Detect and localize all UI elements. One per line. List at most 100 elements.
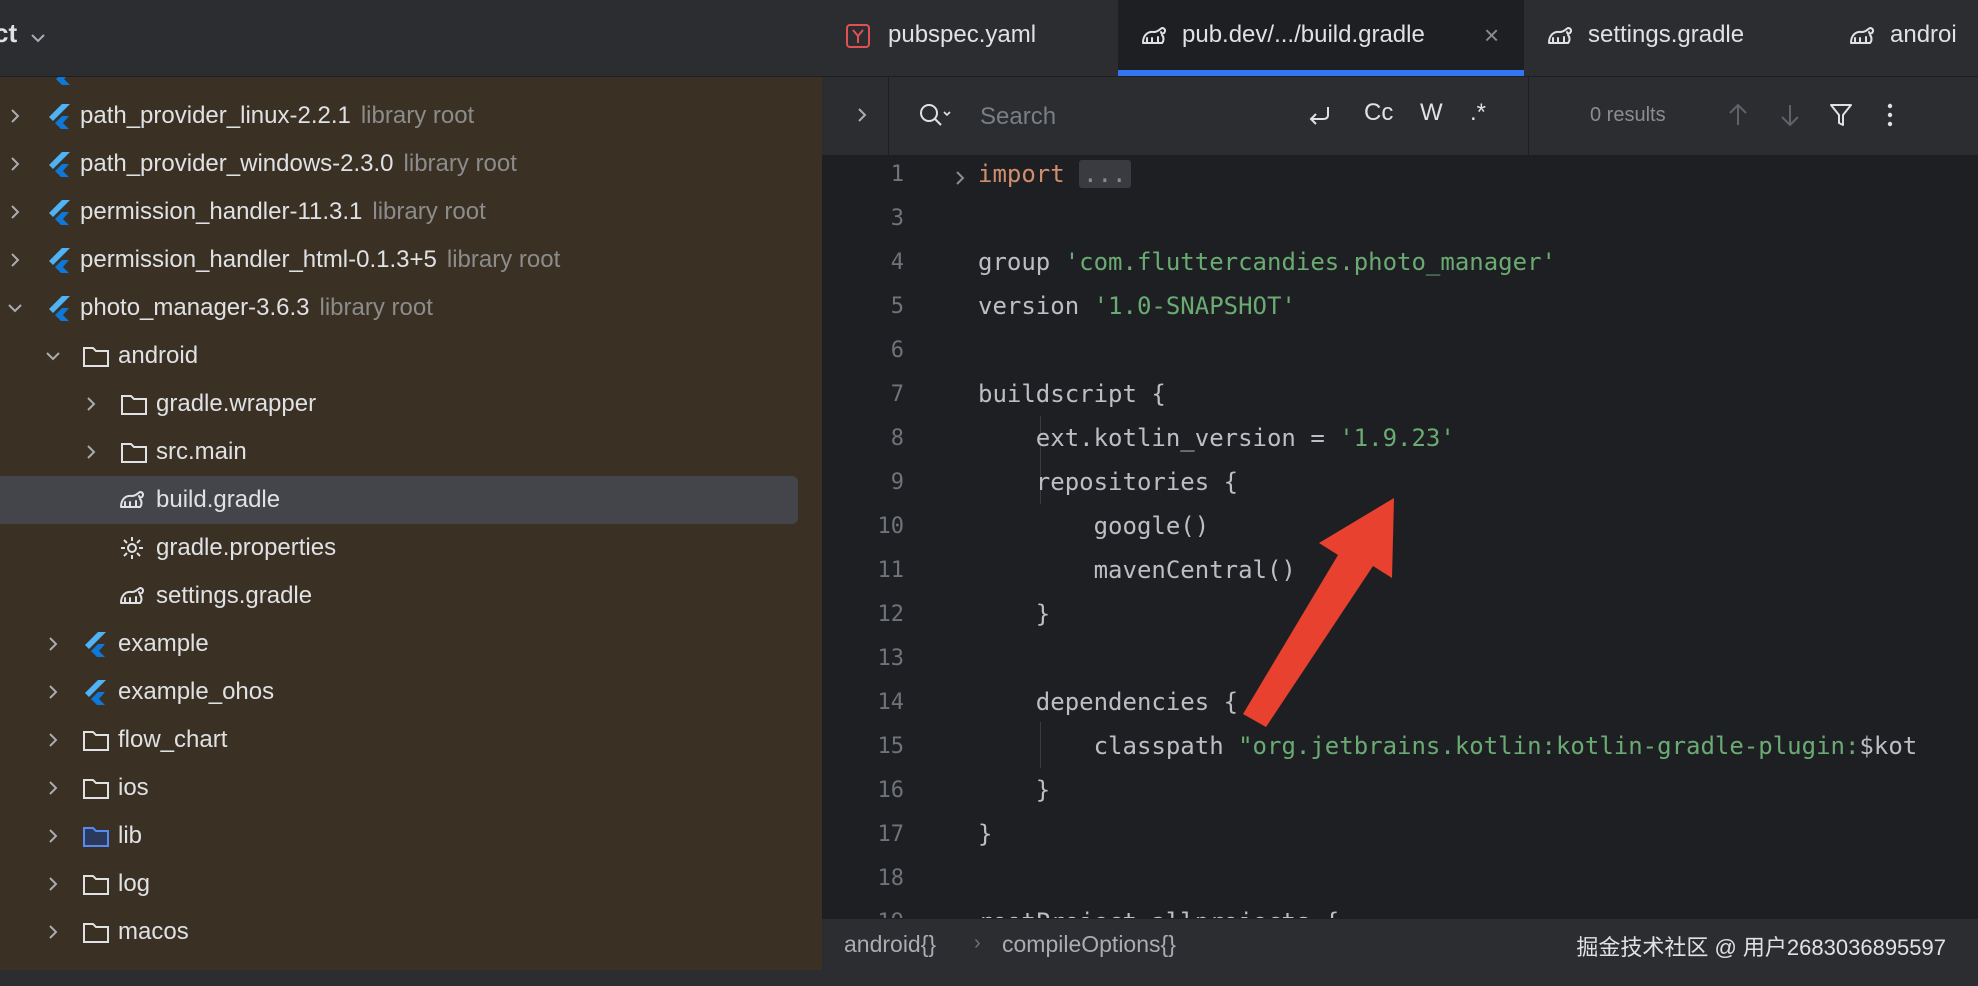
- code-line: }: [978, 776, 1051, 804]
- editor-panel: pubspec.yaml pub.dev/.../build.gradle × …: [822, 0, 1978, 986]
- tree-item-label: flow_chart: [118, 726, 228, 753]
- code-line: google(): [978, 512, 1210, 540]
- search-results-count: 0 results: [1590, 104, 1666, 126]
- tree-item-log[interactable]: log: [0, 860, 822, 908]
- flutter-icon: [49, 152, 70, 177]
- line-number: 14: [877, 690, 905, 715]
- chevron-down-icon[interactable]: [28, 28, 48, 48]
- chevron-right-icon[interactable]: [5, 202, 25, 222]
- code-line: dependencies {: [978, 688, 1239, 716]
- chevron-right-icon[interactable]: [43, 634, 63, 654]
- arrow-up-icon[interactable]: [1726, 101, 1750, 129]
- tab-label: pub.dev/.../build.gradle: [1182, 21, 1425, 48]
- line-number: 17: [877, 822, 905, 847]
- code-editor[interactable]: import ... group 'com.fluttercandies.pho…: [978, 156, 1978, 936]
- chevron-right-icon[interactable]: [43, 730, 63, 750]
- code-line: ext.kotlin_version = '1.9.23': [978, 424, 1455, 452]
- tab-pubspec-yaml[interactable]: pubspec.yaml: [822, 0, 1118, 76]
- gradle-icon: [1142, 26, 1167, 44]
- breadcrumb-item[interactable]: android{}: [844, 931, 936, 958]
- tree-item-permission-handler[interactable]: permission_handler-11.3.1 library root: [0, 188, 822, 236]
- line-number: 4: [890, 250, 904, 275]
- line-number: 16: [877, 778, 905, 803]
- chevron-right-icon[interactable]: [5, 154, 25, 174]
- chevron-right-icon[interactable]: [5, 250, 25, 270]
- chevron-right-icon[interactable]: [81, 394, 101, 414]
- flutter-icon: [85, 680, 106, 705]
- tree-item-label: gradle.properties: [156, 534, 337, 561]
- tree-item-gradle-wrapper[interactable]: gradle.wrapper: [0, 380, 822, 428]
- tab-settings-gradle[interactable]: settings.gradle: [1524, 0, 1826, 76]
- chevron-right-icon[interactable]: [81, 442, 101, 462]
- more-icon[interactable]: [1882, 101, 1898, 129]
- chevron-right-icon[interactable]: [43, 682, 63, 702]
- folder-icon: [83, 779, 109, 799]
- multiline-icon[interactable]: [1306, 102, 1334, 130]
- folder-icon: [83, 875, 109, 895]
- tab-android[interactable]: androi: [1826, 0, 1978, 76]
- tree-item-settings-gradle[interactable]: settings.gradle: [0, 572, 822, 620]
- tree-item-path-provider-linux[interactable]: path_provider_linux-2.2.1 library root: [0, 92, 822, 140]
- folder-icon: [83, 347, 109, 367]
- tree-item-gradle-properties[interactable]: gradle.properties: [0, 524, 822, 572]
- tree-item-ios[interactable]: ios: [0, 764, 822, 812]
- chevron-down-icon[interactable]: [43, 346, 63, 366]
- tree-item-macos[interactable]: macos: [0, 908, 822, 956]
- line-number: 15: [877, 734, 905, 759]
- tree-item-label: macos: [118, 918, 189, 945]
- tree-item-src-main[interactable]: src.main: [0, 428, 822, 476]
- close-icon[interactable]: ×: [1484, 20, 1499, 51]
- tree-item-label: permission_handler_html-0.1.3+5 library r…: [80, 246, 561, 273]
- search-icon[interactable]: [918, 102, 954, 130]
- flutter-icon: [49, 248, 70, 273]
- line-number: 11: [877, 558, 905, 583]
- chevron-right-icon[interactable]: [43, 874, 63, 894]
- tree-item-build-gradle[interactable]: build.gradle: [0, 476, 822, 524]
- arrow-down-icon[interactable]: [1778, 101, 1802, 129]
- breadcrumb-item[interactable]: compileOptions{}: [1002, 931, 1176, 958]
- code-line: repositories {: [978, 468, 1239, 496]
- tree-item-label: gradle.wrapper: [156, 390, 317, 417]
- tab-build-gradle[interactable]: pub.dev/.../build.gradle ×: [1118, 0, 1524, 76]
- project-panel: path_provider_linux-2.2.1 library root pa…: [0, 0, 822, 986]
- line-number: 13: [877, 646, 905, 671]
- flutter-icon: [85, 632, 106, 657]
- chevron-down-icon[interactable]: [5, 298, 25, 318]
- editor-tab-bar: pubspec.yaml pub.dev/.../build.gradle × …: [822, 0, 1978, 77]
- tree-item-label: settings.gradle: [156, 582, 313, 609]
- chevron-right-icon[interactable]: [43, 826, 63, 846]
- regex-toggle[interactable]: .*: [1470, 99, 1486, 127]
- chevron-right-icon[interactable]: [43, 778, 63, 798]
- tree-item-label: permission_handler-11.3.1 library root: [80, 198, 486, 225]
- folder-icon: [83, 731, 109, 751]
- tree-item-path-provider-windows[interactable]: path_provider_windows-2.3.0 library root: [0, 140, 822, 188]
- tree-item-lib[interactable]: lib: [0, 812, 822, 860]
- tree-item-example[interactable]: example: [0, 620, 822, 668]
- line-number: 8: [890, 426, 904, 451]
- chevron-right-icon[interactable]: [5, 106, 25, 126]
- folded-region[interactable]: ...: [1079, 160, 1131, 188]
- code-line: classpath "org.jetbrains.kotlin:kotlin-g…: [978, 732, 1918, 760]
- tree-item-example-ohos[interactable]: example_ohos: [0, 668, 822, 716]
- line-number: 1: [890, 162, 904, 187]
- flutter-icon: [49, 104, 70, 129]
- tree-item-label: android: [118, 342, 199, 369]
- line-number: 9: [890, 470, 904, 495]
- chevron-right-icon[interactable]: [43, 922, 63, 942]
- tree-item-flow-chart[interactable]: flow_chart: [0, 716, 822, 764]
- whole-word-toggle[interactable]: W: [1420, 99, 1443, 127]
- gradle-icon: [1850, 26, 1875, 44]
- code-line: version '1.0-SNAPSHOT': [978, 292, 1296, 320]
- tree-item-photo-manager[interactable]: photo_manager-3.6.3 library root: [0, 284, 822, 332]
- line-number: 5: [890, 294, 904, 319]
- project-title[interactable]: ct: [0, 18, 17, 49]
- tree-item-permission-handler-html[interactable]: permission_handler_html-0.1.3+5 library r…: [0, 236, 822, 284]
- tree-item-label: log: [118, 870, 151, 897]
- fold-expand-icon[interactable]: [952, 168, 968, 188]
- match-case-toggle[interactable]: Cc: [1364, 99, 1393, 127]
- filter-icon[interactable]: [1828, 101, 1854, 129]
- tree-item-android[interactable]: android: [0, 332, 822, 380]
- tree-item-label: photo_manager-3.6.3 library root: [80, 294, 433, 321]
- search-input[interactable]: [978, 97, 1282, 137]
- expand-replace-icon[interactable]: [852, 104, 872, 126]
